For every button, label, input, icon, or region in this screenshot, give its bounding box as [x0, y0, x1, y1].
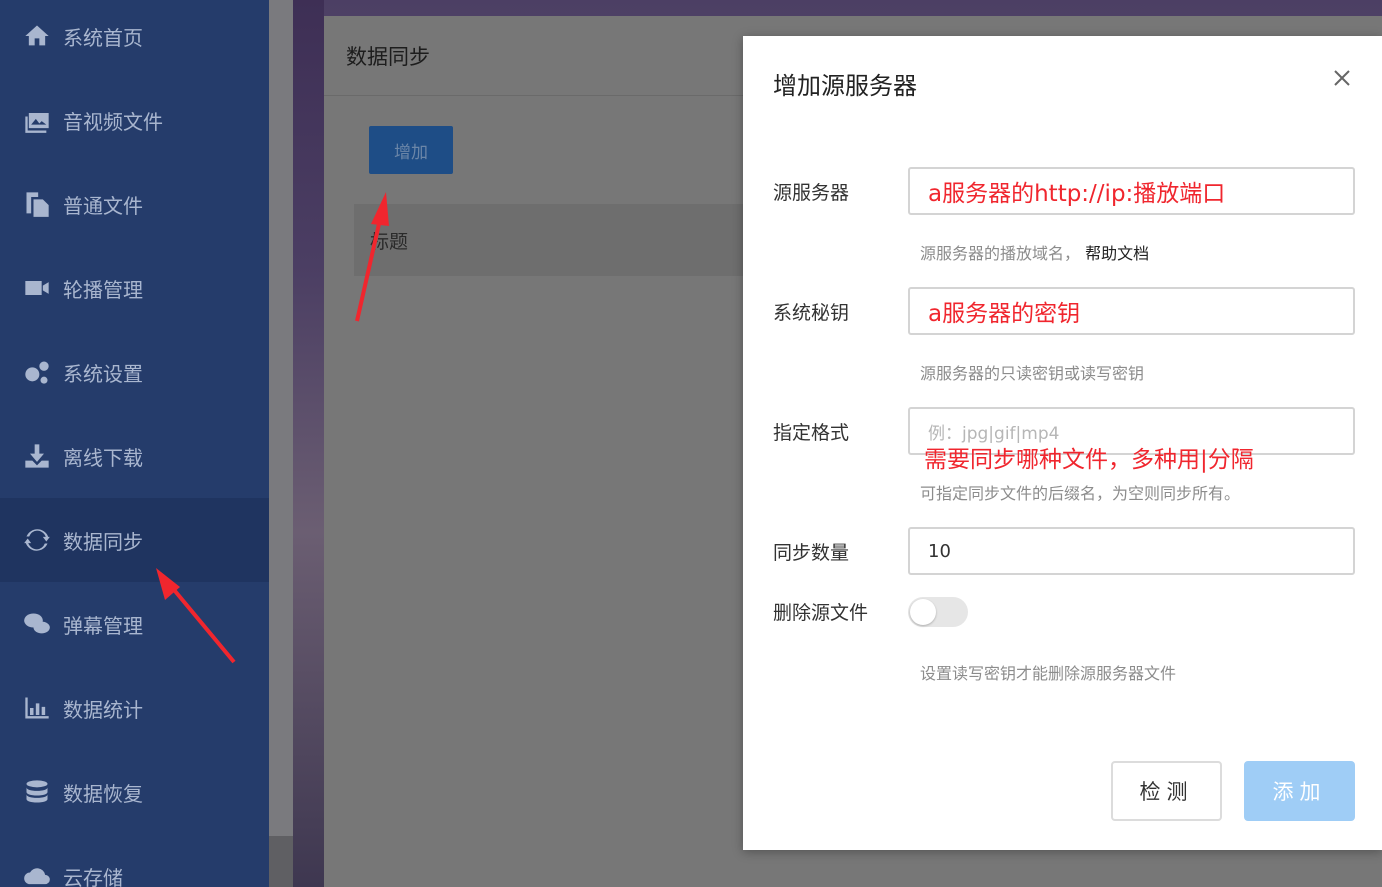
- system-key-value: a服务器的密钥: [928, 301, 1081, 327]
- format-hint: 可指定同步文件的后缀名，为空则同步所有。: [920, 484, 1241, 503]
- format-annotation: 需要同步哪种文件，多种用|分隔: [924, 447, 1254, 473]
- download-icon: [25, 444, 49, 468]
- sidebar-item-label: 数据同步: [63, 529, 143, 554]
- source-server-hint-text: 源服务器的播放域名，: [920, 244, 1081, 263]
- close-icon[interactable]: [1330, 66, 1354, 90]
- sidebar-item-label: 系统设置: [63, 361, 143, 386]
- source-server-input[interactable]: a服务器的http://ip:播放端口: [908, 167, 1355, 215]
- sync-count-label: 同步数量: [773, 542, 850, 564]
- sync-icon: [24, 529, 50, 551]
- sidebar-item-carousel[interactable]: 轮播管理: [0, 246, 269, 330]
- database-icon: [26, 780, 48, 803]
- check-button[interactable]: 检测: [1111, 761, 1222, 821]
- toggle-knob: [910, 599, 936, 625]
- sidebar-item-label: 离线下载: [63, 445, 143, 470]
- sidebar-scrollbar[interactable]: [269, 0, 293, 887]
- source-server-value: a服务器的http://ip:播放端口: [928, 181, 1226, 207]
- sidebar-item-label: 数据恢复: [63, 781, 143, 806]
- sidebar-item-files[interactable]: 普通文件: [0, 162, 269, 246]
- sidebar-item-media[interactable]: 音视频文件: [0, 78, 269, 162]
- comments-icon: [24, 613, 50, 634]
- source-server-label: 源服务器: [773, 182, 850, 204]
- gears-icon: [25, 361, 49, 384]
- sidebar: 系统首页 音视频文件 普通文件 轮播管理 系统设置 离线下载 数据同步 弹幕管理…: [0, 0, 269, 887]
- sidebar-item-label: 轮播管理: [63, 277, 143, 302]
- home-icon: [25, 25, 49, 46]
- sidebar-item-statistics[interactable]: 数据统计: [0, 666, 269, 750]
- system-key-input[interactable]: a服务器的密钥: [908, 287, 1355, 335]
- submit-add-button[interactable]: 添加: [1244, 761, 1355, 821]
- delete-source-hint: 设置读写密钥才能删除源服务器文件: [920, 664, 1177, 683]
- table-header: 标题: [354, 204, 774, 276]
- background-scene-edge: [293, 0, 324, 887]
- dialog-title: 增加源服务器: [773, 72, 917, 100]
- file-copy-icon: [26, 192, 49, 217]
- bar-chart-icon: [25, 697, 49, 719]
- sync-count-value: 10: [928, 540, 951, 562]
- media-icon: [25, 113, 49, 133]
- sidebar-item-label: 系统首页: [63, 25, 143, 50]
- add-button[interactable]: 增加: [369, 126, 453, 174]
- add-source-server-dialog: 增加源服务器 源服务器 a服务器的http://ip:播放端口 源服务器的播放域…: [743, 36, 1382, 850]
- sidebar-item-settings[interactable]: 系统设置: [0, 330, 269, 414]
- sidebar-item-home[interactable]: 系统首页: [0, 0, 269, 78]
- cloud-upload-icon: [24, 868, 50, 885]
- sidebar-item-label: 音视频文件: [63, 109, 163, 134]
- annotation-arrow-sidebar: [156, 568, 236, 664]
- sidebar-item-recovery[interactable]: 数据恢复: [0, 750, 269, 834]
- sidebar-item-label: 云存储: [63, 865, 123, 887]
- delete-source-toggle[interactable]: [908, 597, 968, 627]
- delete-source-label: 删除源文件: [773, 602, 869, 624]
- format-label: 指定格式: [773, 422, 850, 444]
- sidebar-item-label: 数据统计: [63, 697, 143, 722]
- sidebar-item-offline-download[interactable]: 离线下载: [0, 414, 269, 498]
- help-doc-link[interactable]: 帮助文档: [1085, 244, 1149, 263]
- sidebar-item-cloud-storage[interactable]: 云存储: [0, 834, 269, 887]
- scrollbar-thumb[interactable]: [269, 0, 293, 836]
- source-server-hint: 源服务器的播放域名， 帮助文档: [920, 240, 1149, 264]
- video-camera-icon: [25, 281, 49, 295]
- sidebar-item-label: 普通文件: [63, 193, 143, 218]
- system-key-label: 系统秘钥: [773, 302, 850, 324]
- annotation-arrow-add: [355, 192, 389, 322]
- sync-count-input[interactable]: 10: [908, 527, 1355, 575]
- sidebar-item-label: 弹幕管理: [63, 613, 143, 638]
- system-key-hint: 源服务器的只读密钥或读写密钥: [920, 364, 1145, 383]
